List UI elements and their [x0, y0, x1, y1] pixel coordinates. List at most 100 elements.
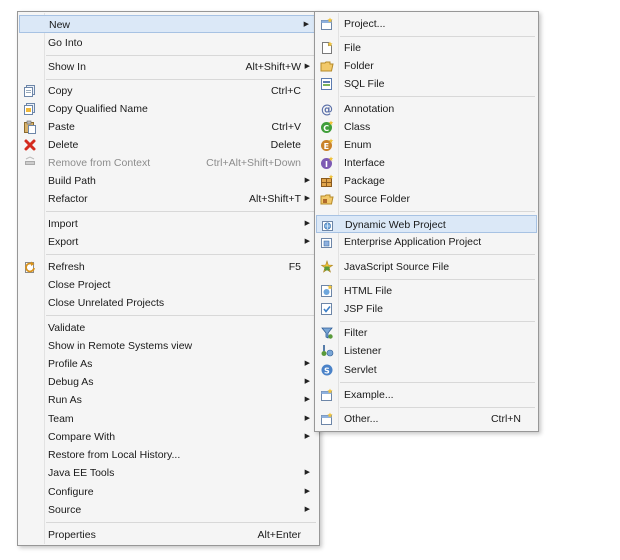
submenu-item-enum[interactable]: E Enum: [316, 136, 537, 154]
copy-icon: [23, 84, 37, 98]
menu-separator: [340, 321, 535, 322]
menu-item-label: Debug As: [48, 376, 94, 388]
menu-item-remove-from-context[interactable]: Remove from Context Ctrl+Alt+Shift+Down: [19, 154, 318, 172]
submenu-item-project[interactable]: Project...: [316, 15, 537, 33]
submenu-item-javascript-source-file[interactable]: JavaScript Source File: [316, 258, 537, 276]
file-icon: [320, 41, 334, 55]
menu-separator: [340, 36, 535, 37]
submenu-item-annotation[interactable]: @ Annotation: [316, 100, 537, 118]
submenu-arrow-icon: ▶: [304, 488, 310, 495]
submenu-item-file[interactable]: File: [316, 39, 537, 57]
source-folder-icon: [320, 192, 334, 206]
menu-item-run-as[interactable]: Run As ▶: [19, 391, 318, 409]
delete-icon: [23, 138, 37, 152]
menu-item-label: HTML File: [344, 285, 393, 297]
filter-icon: [320, 326, 334, 340]
submenu-item-folder[interactable]: Folder: [316, 57, 537, 75]
submenu-item-example[interactable]: Example...: [316, 386, 537, 404]
menu-item-new[interactable]: New ▶: [19, 15, 318, 33]
menu-separator: [340, 407, 535, 408]
submenu-item-source-folder[interactable]: Source Folder: [316, 190, 537, 208]
menu-item-close-project[interactable]: Close Project: [19, 276, 318, 294]
menu-item-configure[interactable]: Configure ▶: [19, 483, 318, 501]
menu-separator: [340, 279, 535, 280]
menu-item-label: Compare With: [48, 431, 116, 443]
menu-item-label: Folder: [344, 60, 374, 72]
submenu-item-html-file[interactable]: HTML File: [316, 282, 537, 300]
menu-item-label: Build Path: [48, 175, 96, 187]
menu-item-show-in[interactable]: Show In Alt+Shift+W ▶: [19, 58, 318, 76]
menu-item-copy-qualified-name[interactable]: Copy Qualified Name: [19, 100, 318, 118]
submenu-arrow-icon: ▶: [304, 396, 310, 403]
submenu-arrow-icon: ▶: [304, 415, 310, 422]
menu-item-close-unrelated-projects[interactable]: Close Unrelated Projects: [19, 294, 318, 312]
menu-item-label: Dynamic Web Project: [345, 219, 446, 231]
menu-item-label: Package: [344, 175, 385, 187]
menu-item-shortcut: Alt+Shift+T: [249, 193, 301, 205]
menu-separator: [340, 382, 535, 383]
menu-item-label: Enum: [344, 139, 372, 151]
submenu-item-listener[interactable]: Listener: [316, 342, 537, 360]
menu-item-label: New: [49, 19, 71, 31]
submenu-item-jsp-file[interactable]: JSP File: [316, 300, 537, 318]
menu-item-restore-from-local-history[interactable]: Restore from Local History...: [19, 446, 318, 464]
menu-item-label: Go Into: [48, 37, 83, 49]
menu-item-label: Close Project: [48, 279, 111, 291]
listener-icon: [320, 344, 334, 358]
example-icon: [320, 388, 334, 402]
menu-item-show-in-remote-systems-view[interactable]: Show in Remote Systems view: [19, 337, 318, 355]
menu-item-source[interactable]: Source ▶: [19, 501, 318, 519]
interface-icon: I: [320, 156, 334, 170]
menu-item-copy[interactable]: Copy Ctrl+C: [19, 82, 318, 100]
menu-item-label: Validate: [48, 322, 86, 334]
menu-item-shortcut: Alt+Shift+W: [245, 61, 301, 73]
annotation-icon: @: [320, 102, 334, 117]
svg-text:@: @: [321, 103, 333, 117]
svg-text:S: S: [324, 367, 330, 376]
submenu-item-filter[interactable]: Filter: [316, 324, 537, 342]
menu-item-go-into[interactable]: Go Into: [19, 34, 318, 52]
menu-item-java-ee-tools[interactable]: Java EE Tools ▶: [19, 464, 318, 482]
menu-item-compare-with[interactable]: Compare With ▶: [19, 428, 318, 446]
menu-item-label: Copy: [48, 85, 73, 97]
menu-item-import[interactable]: Import ▶: [19, 215, 318, 233]
menu-item-label: Servlet: [344, 364, 377, 376]
submenu-item-other[interactable]: Other... Ctrl+N: [316, 410, 537, 428]
menu-separator: [46, 254, 316, 255]
menu-item-refactor[interactable]: Refactor Alt+Shift+T ▶: [19, 190, 318, 208]
menu-item-team[interactable]: Team ▶: [19, 410, 318, 428]
menu-item-refresh[interactable]: Refresh F5: [19, 258, 318, 276]
submenu-item-servlet[interactable]: S Servlet: [316, 361, 537, 379]
menu-item-label: Team: [48, 413, 74, 425]
svg-text:C: C: [323, 124, 329, 133]
submenu-arrow-icon: ▶: [304, 469, 310, 476]
submenu-item-package[interactable]: Package: [316, 172, 537, 190]
menu-item-label: Close Unrelated Projects: [48, 297, 165, 309]
menu-item-build-path[interactable]: Build Path ▶: [19, 172, 318, 190]
menu-item-export[interactable]: Export ▶: [19, 233, 318, 251]
submenu-item-dynamic-web-project[interactable]: Dynamic Web Project: [316, 215, 537, 233]
menu-item-label: Project...: [344, 18, 386, 30]
menu-item-delete[interactable]: Delete Delete: [19, 136, 318, 154]
menu-item-label: Show In: [48, 61, 86, 73]
menu-item-profile-as[interactable]: Profile As ▶: [19, 355, 318, 373]
menu-item-paste[interactable]: Paste Ctrl+V: [19, 118, 318, 136]
menu-item-validate[interactable]: Validate: [19, 319, 318, 337]
submenu-item-interface[interactable]: I Interface: [316, 154, 537, 172]
enum-icon: E: [320, 138, 334, 152]
menu-item-label: Listener: [344, 345, 382, 357]
menu-item-label: Other...: [344, 413, 379, 425]
copy-qualified-name-icon: [23, 102, 37, 116]
sql-file-icon: [320, 77, 334, 91]
menu-separator: [46, 79, 316, 80]
menu-item-properties[interactable]: Properties Alt+Enter: [19, 526, 318, 544]
submenu-item-enterprise-application-project[interactable]: Enterprise Application Project: [316, 233, 537, 251]
submenu-item-sql-file[interactable]: SQL File: [316, 75, 537, 93]
context-menu: New ▶ Go Into Show In Alt+Shift+W ▶ Copy…: [17, 11, 320, 546]
folder-icon: [320, 59, 334, 73]
submenu-item-class[interactable]: C Class: [316, 118, 537, 136]
html-file-icon: [320, 284, 334, 298]
menu-item-label: Filter: [344, 327, 368, 339]
menu-item-label: Run As: [48, 394, 82, 406]
menu-item-debug-as[interactable]: Debug As ▶: [19, 373, 318, 391]
